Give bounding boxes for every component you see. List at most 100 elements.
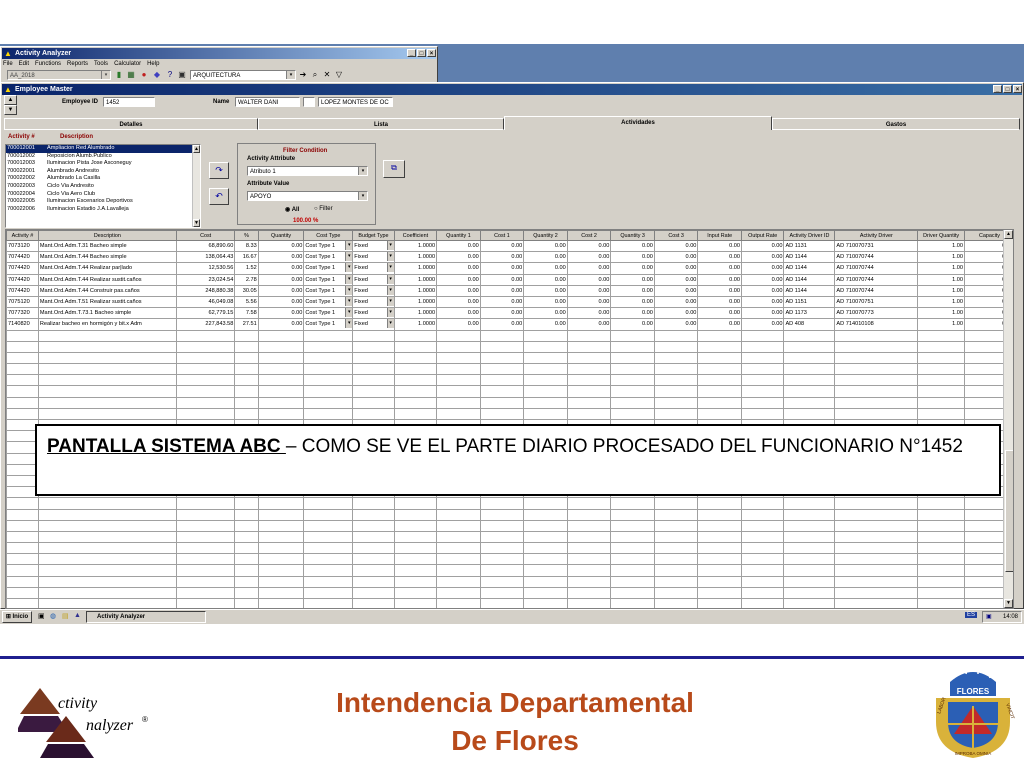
table-cell[interactable]	[697, 340, 742, 353]
table-cell[interactable]	[6, 564, 39, 577]
table-cell[interactable]	[653, 340, 699, 353]
table-cell[interactable]	[393, 597, 438, 608]
table-cell[interactable]	[610, 508, 655, 521]
table-cell[interactable]	[834, 553, 919, 566]
table-cell[interactable]	[393, 351, 438, 365]
tray-icon[interactable]: ▣	[986, 613, 992, 620]
table-cell[interactable]: 0.00	[257, 251, 305, 264]
table-cell[interactable]	[175, 407, 236, 421]
table-cell[interactable]	[479, 564, 525, 577]
table-cell[interactable]	[175, 542, 236, 555]
table-cell[interactable]: 0.00	[653, 307, 699, 320]
table-cell[interactable]: AD 710070744	[834, 284, 919, 297]
table-cell[interactable]: Mant.Ord.Adm.T.44 Realizar par|lado	[37, 262, 177, 275]
table-cell[interactable]: 0.00	[257, 284, 305, 297]
table-cell[interactable]: AD 710070731	[834, 239, 919, 253]
table-cell[interactable]	[175, 363, 236, 376]
menu-item-functions[interactable]: Functions	[35, 61, 61, 67]
table-cell[interactable]: 7077320	[6, 307, 39, 320]
table-cell[interactable]	[393, 340, 438, 353]
table-cell[interactable]: 8.33	[234, 239, 259, 253]
table-cell[interactable]	[303, 363, 354, 376]
taskbar-activity-analyzer[interactable]: Activity Analyzer	[86, 611, 206, 623]
arrow-icon[interactable]: ➔	[298, 70, 308, 80]
table-cell[interactable]: 0.00	[697, 284, 742, 297]
table-cell[interactable]	[436, 340, 481, 353]
table-cell[interactable]	[917, 530, 965, 544]
table-row[interactable]: 7075120 Mant.Ord.Adm.T.51 Realizar sustit…	[6, 295, 1013, 309]
table-cell[interactable]	[6, 396, 39, 409]
table-cell[interactable]	[234, 575, 259, 588]
table-cell[interactable]	[523, 407, 568, 421]
table-row[interactable]	[6, 586, 1013, 600]
table-cell[interactable]	[257, 508, 305, 521]
table-cell[interactable]	[653, 508, 699, 521]
table-cell[interactable]	[834, 530, 919, 544]
table-cell[interactable]	[479, 329, 525, 342]
table-cell[interactable]: 1.0000	[393, 318, 438, 331]
table-cell[interactable]: 7075120	[6, 295, 39, 309]
close-icon[interactable]: ✕	[322, 70, 332, 80]
table-cell[interactable]	[610, 597, 655, 608]
table-cell[interactable]: AD 710070744	[834, 262, 919, 275]
table-cell[interactable]: 0.00	[479, 307, 525, 320]
table-cell[interactable]: AD 714010108	[834, 318, 919, 331]
table-cell[interactable]: Cost Type 1	[303, 262, 354, 275]
table-cell[interactable]	[303, 553, 354, 566]
table-cell[interactable]	[697, 329, 742, 342]
menu-item-tools[interactable]: Tools	[94, 61, 108, 67]
table-cell[interactable]	[523, 396, 568, 409]
table-cell[interactable]	[610, 374, 655, 387]
table-cell[interactable]: 0.00	[436, 295, 481, 309]
table-cell[interactable]	[566, 597, 612, 608]
table-cell[interactable]	[234, 542, 259, 555]
table-cell[interactable]	[257, 564, 305, 577]
table-cell[interactable]	[175, 351, 236, 365]
table-cell[interactable]	[37, 407, 177, 421]
table-cell[interactable]	[783, 374, 836, 387]
move-right-button[interactable]: ↷	[209, 162, 229, 179]
table-cell[interactable]	[834, 575, 919, 588]
table-cell[interactable]	[479, 340, 525, 353]
scroll-up-arrow[interactable]: ▲	[193, 145, 200, 153]
table-cell[interactable]	[783, 542, 836, 555]
table-cell[interactable]: 0.00	[740, 262, 785, 275]
table-cell[interactable]	[523, 575, 568, 588]
table-cell[interactable]	[352, 519, 395, 532]
table-cell[interactable]	[303, 351, 354, 365]
table-cell[interactable]	[6, 530, 39, 544]
list-item[interactable]: 700022001 Alumbrado Andresito	[6, 168, 200, 176]
table-cell[interactable]	[834, 519, 919, 532]
list-item[interactable]: 700022002 Alumbrado La Casilla	[6, 175, 200, 183]
table-cell[interactable]: 68,890.60	[175, 239, 236, 253]
table-cell[interactable]	[352, 586, 395, 600]
table-cell[interactable]	[257, 497, 305, 510]
table-cell[interactable]	[257, 329, 305, 342]
first-name-field[interactable]: WALTER DANI	[235, 97, 300, 107]
attribute-value-select[interactable]: APOYO ▾	[247, 191, 368, 201]
table-cell[interactable]	[257, 396, 305, 409]
table-cell[interactable]	[37, 396, 177, 409]
table-cell[interactable]	[352, 396, 395, 409]
table-cell[interactable]	[234, 340, 259, 353]
table-cell[interactable]	[783, 329, 836, 342]
table-cell[interactable]	[566, 396, 612, 409]
table-row[interactable]: 7140820 Realizar bacheo en hormigón y bit…	[6, 318, 1013, 331]
table-cell[interactable]	[783, 340, 836, 353]
table-cell[interactable]: Fixed	[352, 251, 395, 264]
grid-column-header[interactable]: Quantity 1	[436, 230, 481, 241]
table-cell[interactable]	[6, 508, 39, 521]
table-cell[interactable]	[352, 553, 395, 566]
table-cell[interactable]	[352, 374, 395, 387]
table-cell[interactable]: 0.00	[610, 239, 655, 253]
table-cell[interactable]: 1.00	[917, 251, 965, 264]
table-cell[interactable]	[523, 542, 568, 555]
table-cell[interactable]	[175, 519, 236, 532]
table-cell[interactable]	[610, 340, 655, 353]
table-cell[interactable]	[257, 340, 305, 353]
table-cell[interactable]	[566, 363, 612, 376]
table-cell[interactable]	[393, 508, 438, 521]
table-cell[interactable]: 1.00	[917, 307, 965, 320]
minimize-button[interactable]: _	[407, 49, 416, 57]
table-cell[interactable]	[352, 351, 395, 365]
